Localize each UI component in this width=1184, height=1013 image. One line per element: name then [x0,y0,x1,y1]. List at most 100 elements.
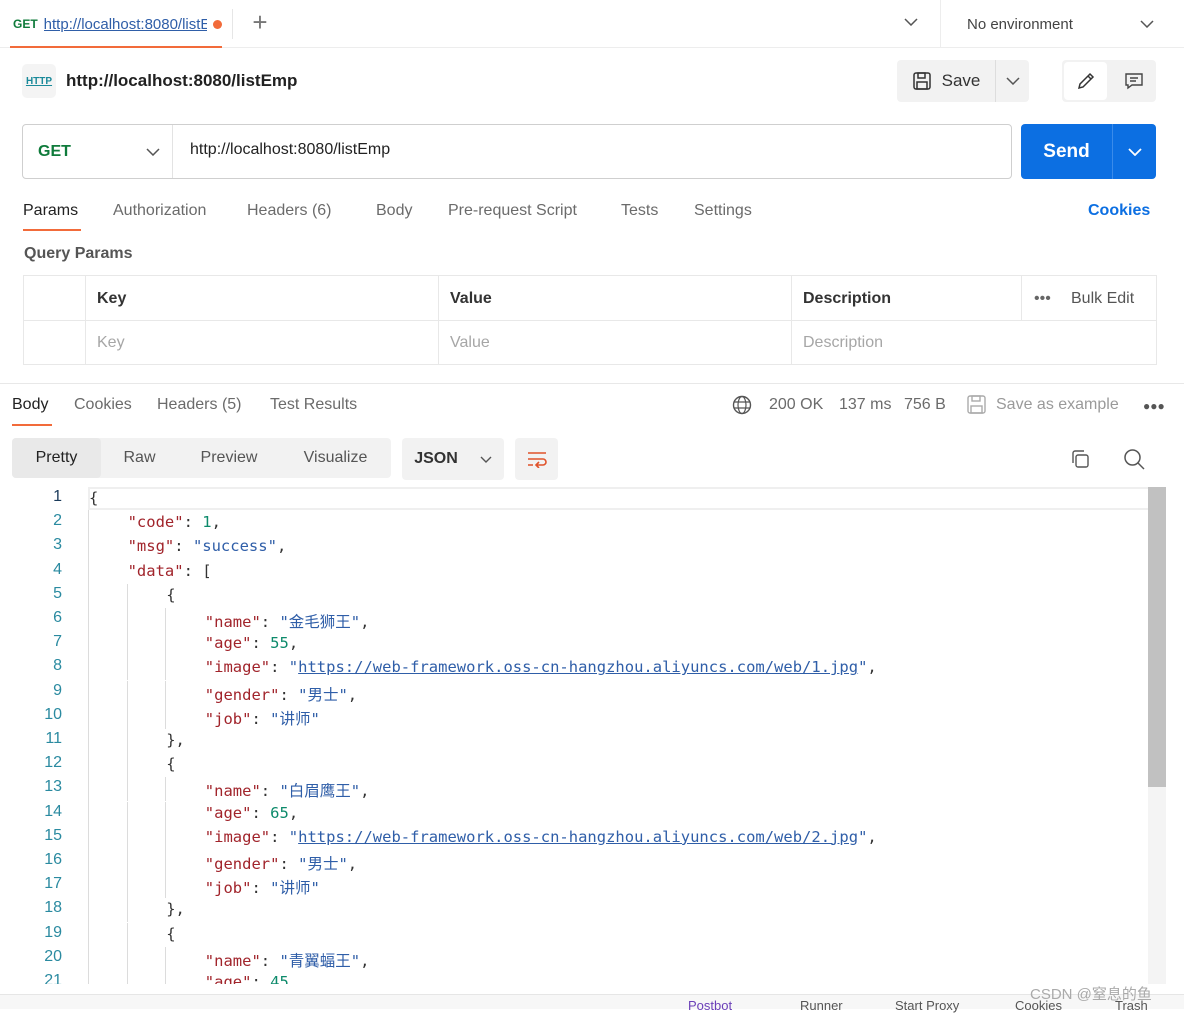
code-token: , [867,658,877,677]
code-token: , [288,803,299,822]
tab-settings[interactable]: Settings [694,202,752,220]
code-token: "讲师" [270,879,320,898]
mode-pretty[interactable]: Pretty [12,438,101,478]
indent-guide [165,608,167,632]
code-line: "job": "讲师" [205,707,320,729]
line-number: 9 [53,681,62,699]
more-options-icon[interactable]: ••• [1034,276,1051,321]
footer-runner[interactable]: Runner [800,998,843,1013]
chevron-down-icon [146,147,160,156]
code-token: : [251,634,271,653]
new-tab-button[interactable]: + [246,7,274,37]
code-token: "name" [204,613,261,631]
tab-response-cookies[interactable]: Cookies [74,396,132,414]
code-token: "gender" [204,855,280,873]
code-token: : [279,685,299,704]
line-number: 17 [44,875,62,893]
indent-guide [126,704,128,729]
search-icon[interactable] [1122,447,1146,471]
mode-raw[interactable]: Raw [112,438,167,478]
query-params-table: Key Value Description ••• Bulk Edit Key … [23,275,1157,365]
response-time[interactable]: 137 ms [839,396,891,414]
code-token: : [270,658,289,677]
indent-guide [126,632,128,657]
indent-guide [126,850,128,874]
code-token: : [ [183,561,212,580]
tab-tests[interactable]: Tests [621,202,658,220]
code-line: "image": "https://web-framework.oss-cn-h… [205,658,877,676]
tabs-dropdown-chevron-icon[interactable] [898,10,924,34]
scrollbar-thumb[interactable] [1148,487,1166,787]
code-token: 45 [270,973,289,984]
divider [0,383,1184,384]
tab-test-results[interactable]: Test Results [270,396,357,414]
line-number: 16 [44,851,62,868]
edit-pencil-icon[interactable] [1064,62,1107,100]
status-code[interactable]: 200 OK [769,396,823,414]
code-token: " [858,658,868,677]
code-token: , [211,513,221,532]
response-body-editor[interactable]: 1 {2 "code": 1, 3 "msg": "success", 4 "data": … [0,487,1166,984]
environment-selector[interactable]: No environment [940,0,1184,48]
code-token: : [251,879,271,898]
code-token: , [360,613,370,631]
more-options-icon[interactable]: ●●● [1143,399,1165,413]
code-token: "age" [204,634,252,653]
tab-response-headers[interactable]: Headers (5) [157,396,242,414]
tab-authorization[interactable]: Authorization [113,202,206,220]
code-token: : [174,537,193,556]
method-select[interactable]: GET [23,125,173,178]
code-token: , [347,855,358,873]
url-input[interactable]: http://localhost:8080/listEmp [190,141,390,159]
code-token: : [270,827,289,846]
code-token: "job" [204,709,252,728]
save-options-chevron-icon[interactable] [996,60,1029,102]
response-size[interactable]: 756 B [904,396,946,414]
save-button[interactable]: Save [897,60,995,102]
line-number: 11 [45,730,62,747]
copy-icon[interactable] [1068,447,1092,471]
wrap-lines-icon[interactable] [515,438,558,480]
code-token: , [347,685,358,704]
indent-guide [126,898,128,923]
save-example-icon [966,394,987,420]
code-token: "success" [192,537,277,556]
request-tab[interactable]: GET http://localhost:8080/listEmp [0,0,222,48]
description-input[interactable]: Description [803,321,883,365]
mode-visualize[interactable]: Visualize [293,438,378,478]
code-line: "age": 45, [205,973,298,984]
bulk-edit-button[interactable]: Bulk Edit [1071,276,1134,321]
value-input[interactable]: Value [450,321,490,365]
code-token: , [360,951,370,970]
mode-preview[interactable]: Preview [188,438,270,478]
comments-icon[interactable] [1112,62,1155,100]
indent-guide [165,825,167,850]
request-title[interactable]: http://localhost:8080/listEmp [66,71,297,91]
line-number: 5 [53,584,62,602]
footer-postbot[interactable]: Postbot [688,998,732,1013]
indent-guide [165,874,167,899]
environment-label: No environment [967,15,1073,33]
indent-guide [126,971,128,984]
line-number: 14 [44,802,62,820]
code-token: { [166,924,176,943]
footer-start-proxy[interactable]: Start Proxy [895,998,959,1013]
globe-icon[interactable] [732,395,752,420]
tab-response-body[interactable]: Body [12,396,48,414]
format-select[interactable]: JSON [402,438,504,480]
tab-params[interactable]: Params [23,202,78,220]
tab-url: http://localhost:8080/listEmp [43,15,208,33]
cookies-link[interactable]: Cookies [1088,202,1150,220]
tab-pre-request-script[interactable]: Pre-request Script [448,202,577,220]
tab-body[interactable]: Body [376,202,412,220]
save-as-example-button[interactable]: Save as example [996,396,1119,414]
tab-headers[interactable]: Headers (6) [247,202,332,220]
image-link[interactable]: https://web-framework.oss-cn-hangzhou.al… [298,658,858,676]
send-options-chevron-icon[interactable] [1113,124,1156,179]
send-button[interactable]: Send [1021,124,1112,179]
key-input[interactable]: Key [97,321,125,365]
code-token: " [288,827,299,846]
line-number: 4 [53,560,62,578]
column-value: Value [450,290,492,307]
image-link[interactable]: https://web-framework.oss-cn-hangzhou.al… [298,828,858,846]
